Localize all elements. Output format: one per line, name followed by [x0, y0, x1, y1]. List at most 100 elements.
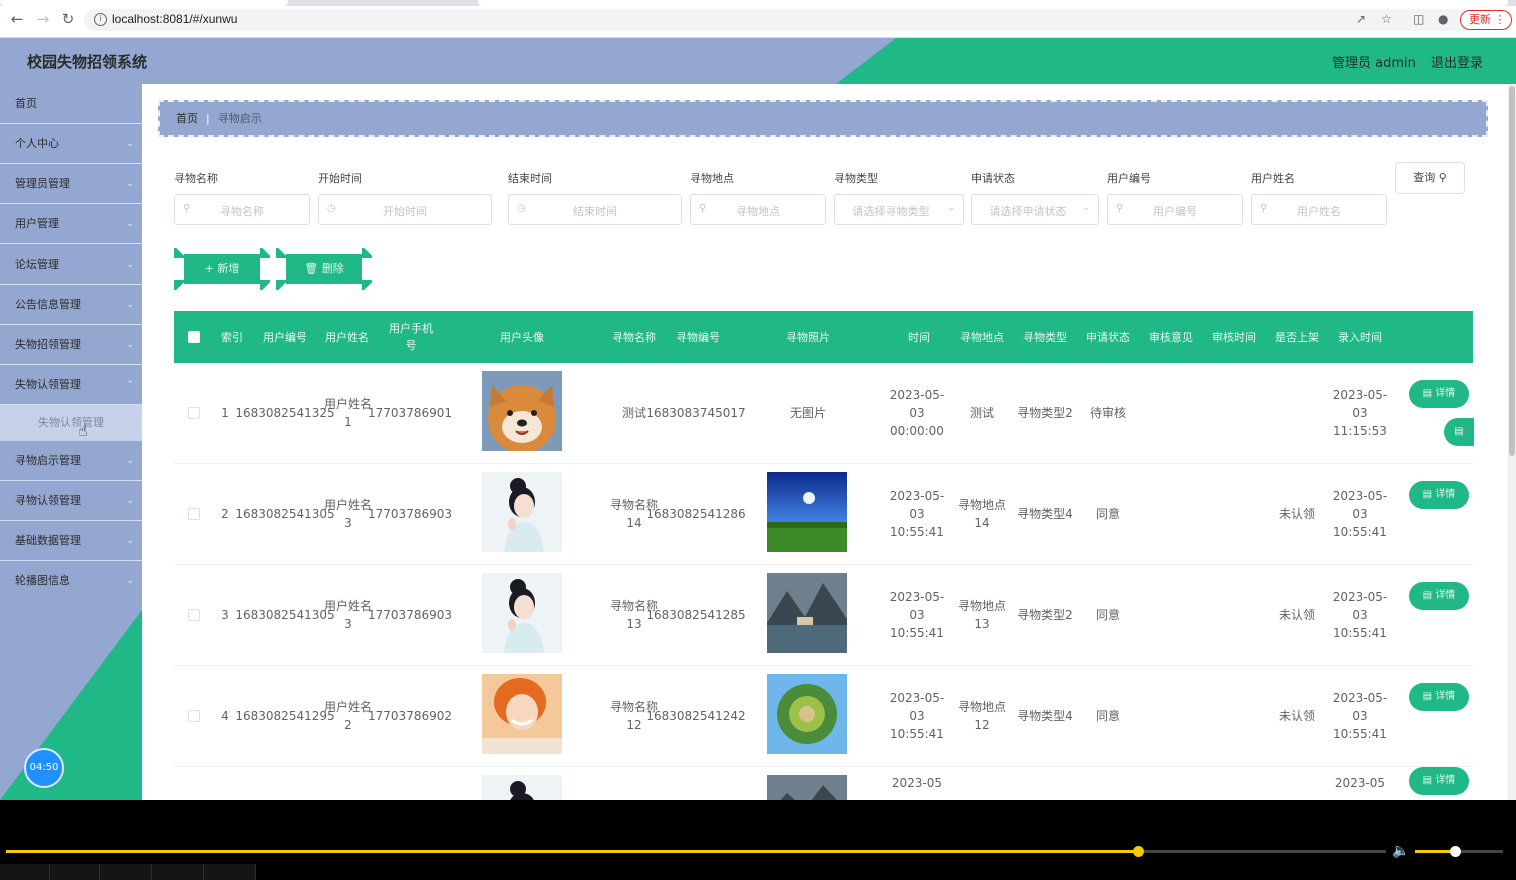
row-checkbox[interactable]	[188, 407, 200, 419]
item-photo	[767, 573, 847, 653]
cell-user-no: 1683082541305	[235, 507, 335, 521]
row-checkbox[interactable]	[188, 609, 200, 621]
search-button[interactable]: 查询 ⚲	[1395, 162, 1465, 194]
filter-end-input[interactable]: ◷ 结束时间	[508, 194, 682, 225]
sidebar-item-users[interactable]: 用户管理 ⌄	[0, 204, 142, 244]
main-content: 首页 | 寻物启示 寻物名称 开始时间 结束时间 寻物地点 寻物类型 申请状态 用户…	[142, 84, 1508, 800]
column-header: 寻物地点	[960, 330, 1004, 344]
column-header: 用户姓名	[325, 330, 369, 344]
row-checkbox[interactable]	[188, 508, 200, 520]
filter-start-placeholder: 开始时间	[383, 205, 427, 218]
cell-status: 同意	[1095, 709, 1120, 723]
detail-button[interactable]: ▤ 详情	[1409, 683, 1469, 711]
filter-type-select[interactable]: 请选择寻物类型 ⌄	[834, 194, 964, 225]
cell-place: 测试	[969, 406, 994, 420]
bookmark-star-icon[interactable]: ☆	[1381, 13, 1393, 25]
sidebar-item-lost-found[interactable]: 失物招领管理 ⌄	[0, 325, 142, 365]
column-header: 时间	[908, 330, 930, 344]
cell-status: 同意	[1095, 608, 1120, 622]
sidebar-item-label: 首页	[15, 97, 37, 110]
select-all-checkbox[interactable]	[188, 331, 200, 343]
volume-icon[interactable]: 🔈	[1392, 843, 1409, 859]
cell-phone: 17703786903	[368, 608, 452, 622]
table-row: 4 1683082541295 用户姓名2 17703786902 寻物名称12…	[174, 666, 1473, 767]
sidebar-item-notices[interactable]: 公告信息管理 ⌄	[0, 285, 142, 325]
sidebar-item-label: 个人中心	[15, 137, 59, 150]
sidebar-item-home[interactable]: 首页	[0, 84, 142, 124]
sidebar-subitem-lost-claim[interactable]: 失物认领管理	[0, 405, 142, 441]
reload-icon[interactable]: ↻	[60, 11, 76, 27]
cell-user-no: 1683082541305	[235, 608, 335, 622]
sidebar-item-carousel[interactable]: 轮播图信息 ⌄	[0, 561, 142, 601]
column-header: 用户编号	[263, 330, 307, 344]
breadcrumb-home[interactable]: 首页	[176, 112, 198, 125]
forward-icon[interactable]: →	[35, 11, 51, 27]
cell-user-no: 1683082541295	[235, 709, 335, 723]
sidebar-item-label: 管理员管理	[15, 177, 70, 190]
filter-place-input[interactable]: ⚲ 寻物地点	[690, 194, 826, 225]
delete-button[interactable]: 🗑 删除	[286, 254, 362, 284]
cell-created: 2023-05-03 11:15:53	[1332, 388, 1388, 438]
video-progress-handle[interactable]	[1132, 846, 1144, 857]
edit-button[interactable]: ▤	[1444, 418, 1474, 446]
item-photo	[767, 775, 847, 800]
add-button[interactable]: + 新增	[184, 254, 260, 284]
sidebar-decoration	[0, 610, 142, 800]
scrollbar-thumb[interactable]	[1509, 86, 1515, 456]
table-row: 2023-05 2023-05 ▤ 详情	[174, 767, 1473, 800]
cell-listed: 未认领	[1278, 608, 1315, 622]
browser-update-button[interactable]: 更新 ⋮	[1460, 10, 1512, 30]
plus-icon: +	[204, 262, 214, 275]
filter-user-no-placeholder: 用户编号	[1153, 205, 1197, 218]
avatar-image	[482, 472, 562, 552]
filter-label-type: 寻物类型	[834, 172, 878, 185]
chevron-down-icon: ⌄	[126, 139, 134, 149]
detail-button[interactable]: ▤ 详情	[1409, 767, 1469, 795]
recording-timer: 04:50	[24, 748, 64, 788]
detail-button[interactable]: ▤ 详情	[1409, 481, 1469, 509]
sidebar-item-seek-claim[interactable]: 寻物认领管理 ⌄	[0, 481, 142, 521]
cell-listed: 未认领	[1278, 709, 1315, 723]
breadcrumb-separator: |	[206, 112, 210, 125]
cell-listed	[1269, 363, 1325, 463]
back-icon[interactable]: ←	[9, 11, 25, 27]
filter-status-placeholder: 请选择申请状态	[989, 205, 1067, 218]
sidebar-item-forum[interactable]: 论坛管理 ⌄	[0, 245, 142, 285]
document-icon: ▤	[1422, 775, 1433, 786]
address-bar[interactable]: i localhost:8081/#/xunwu	[84, 9, 1484, 31]
sidebar-item-profile[interactable]: 个人中心 ⌄	[0, 124, 142, 164]
sidebar-item-lost-claim[interactable]: 失物认领管理 ⌃	[0, 365, 142, 405]
sidebar-item-seek-notice[interactable]: 寻物启示管理 ⌄	[0, 441, 142, 481]
detail-button[interactable]: ▤ 详情	[1409, 582, 1469, 610]
side-panel-icon[interactable]: ◫	[1413, 13, 1425, 25]
sidebar-item-label: 失物招领管理	[15, 338, 81, 351]
detail-button[interactable]: ▤ 详情	[1409, 380, 1469, 408]
cell-phone: 17703786902	[368, 709, 452, 723]
taskbar-segment	[204, 864, 256, 880]
search-icon: ⚲	[1438, 171, 1447, 184]
chevron-down-icon: ⌄	[126, 340, 134, 350]
row-checkbox[interactable]	[188, 710, 200, 722]
column-header: 索引	[221, 330, 243, 344]
filter-name-placeholder: 寻物名称	[220, 205, 264, 218]
logout-link[interactable]: 退出登录	[1431, 52, 1483, 71]
cell-index: 2	[221, 507, 229, 521]
document-icon: ▤	[1454, 426, 1464, 437]
filter-status-select[interactable]: 请选择申请状态 ⌄	[971, 194, 1099, 225]
cell-created: 2023-05-03 10:55:41	[1332, 691, 1388, 741]
sidebar-item-admins[interactable]: 管理员管理 ⌄	[0, 164, 142, 204]
table-row: 2 1683082541305 用户姓名3 17703786903 寻物名称14…	[174, 464, 1473, 565]
cell-listed: 未认领	[1278, 507, 1315, 521]
site-info-icon[interactable]: i	[94, 13, 107, 26]
sidebar-item-base-data[interactable]: 基础数据管理 ⌄	[0, 521, 142, 561]
filter-name-input[interactable]: ⚲ 寻物名称	[174, 194, 310, 225]
filter-user-no-input[interactable]: ⚲ 用户编号	[1107, 194, 1243, 225]
filter-user-name-input[interactable]: ⚲ 用户姓名	[1251, 194, 1387, 225]
profile-icon[interactable]: ●	[1438, 13, 1450, 25]
page-scrollbar[interactable]	[1508, 84, 1516, 800]
item-photo	[767, 472, 847, 552]
column-header: 寻物编号	[676, 330, 720, 344]
volume-handle[interactable]	[1449, 846, 1461, 857]
filter-start-input[interactable]: ◷ 开始时间	[318, 194, 492, 225]
share-icon[interactable]: ↗	[1356, 13, 1368, 25]
